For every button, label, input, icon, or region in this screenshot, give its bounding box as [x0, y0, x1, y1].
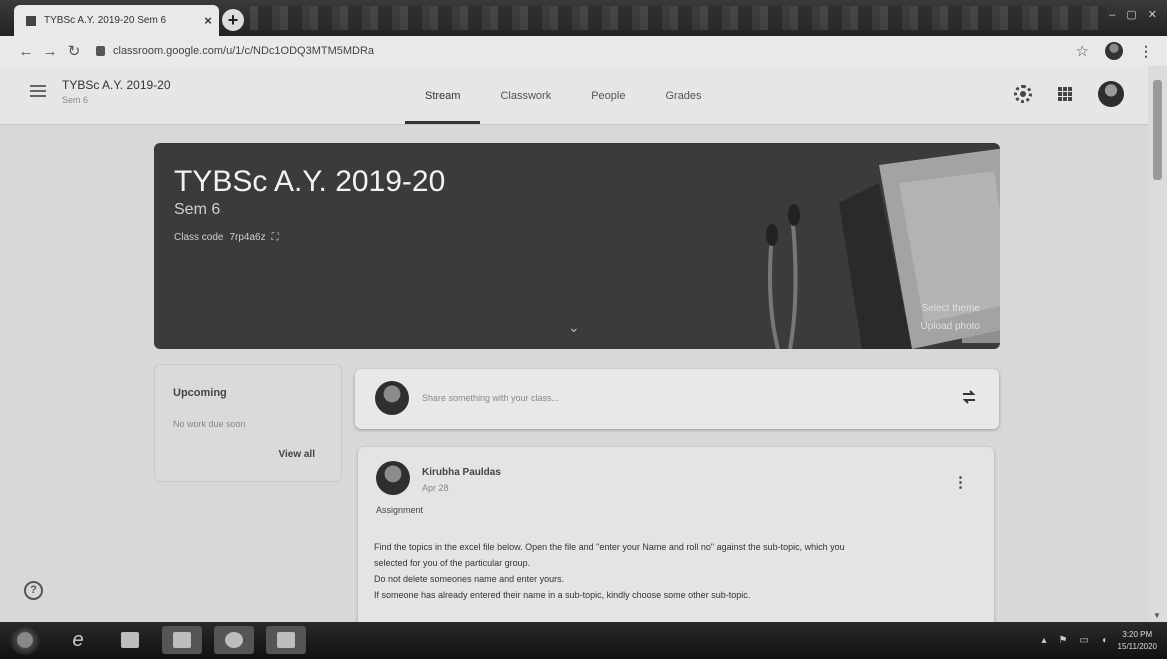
close-tab-icon[interactable]: ×	[197, 13, 219, 28]
fullscreen-code-icon[interactable]: ⛶	[272, 232, 279, 243]
banner-subtitle: Sem 6	[174, 201, 221, 218]
account-avatar[interactable]	[1098, 81, 1124, 107]
clock-date: 15/11/2020	[1117, 642, 1157, 651]
class-banner: TYBSc A.Y. 2019-20 Sem 6 Class code 7rp4a…	[154, 143, 1000, 349]
post-body: Find the topics in the excel file below.…	[374, 539, 974, 603]
class-code: Class code 7rp4a6z ⛶	[174, 232, 279, 243]
internet-explorer-icon[interactable]: e	[58, 626, 98, 654]
class-code-label: Class code	[174, 232, 224, 243]
share-box[interactable]: Share something with your class...	[355, 369, 999, 429]
reuse-post-icon[interactable]	[961, 389, 977, 405]
post-line: Find the topics in the excel file below.…	[374, 542, 845, 552]
reload-icon[interactable]: ↻	[62, 42, 86, 60]
media-player-icon[interactable]	[110, 626, 150, 654]
post-date: Apr 28	[422, 483, 449, 493]
classroom-header: TYBSc A.Y. 2019-20 Sem 6 Stream Classwor…	[0, 66, 1148, 125]
class-title[interactable]: TYBSc A.Y. 2019-20	[62, 78, 171, 92]
scroll-down-icon[interactable]: ▼	[1153, 611, 1161, 620]
browser-tabbar: TYBSc A.Y. 2019-20 Sem 6 × + – ▢ ✕	[0, 0, 1167, 36]
classroom-favicon-icon	[26, 15, 36, 26]
select-theme-link[interactable]: Select theme	[922, 303, 980, 314]
banner-illustration	[766, 148, 1000, 349]
file-explorer-icon[interactable]	[162, 626, 202, 654]
help-icon[interactable]: ?	[24, 581, 43, 600]
main-menu-icon[interactable]	[30, 82, 46, 100]
forward-icon[interactable]: →	[38, 43, 62, 60]
settings-gear-icon[interactable]	[1014, 85, 1032, 103]
window-controls[interactable]: – ▢ ✕	[1109, 8, 1161, 21]
lock-icon	[96, 46, 105, 56]
author-avatar	[376, 461, 410, 495]
more-options-icon[interactable]: ⋮	[953, 473, 968, 491]
start-button[interactable]	[10, 625, 40, 655]
tabbar-background	[250, 6, 1107, 30]
chrome-icon[interactable]	[214, 626, 254, 654]
chevron-down-icon[interactable]: ⌄	[568, 319, 580, 336]
tab-stream[interactable]: Stream	[405, 66, 481, 124]
profile-avatar[interactable]	[1105, 42, 1123, 60]
post-line: selected for you of the particular group…	[374, 558, 531, 568]
browser-menu-icon[interactable]: ⋮	[1139, 43, 1153, 60]
tab-grades[interactable]: Grades	[645, 66, 721, 124]
upcoming-title: Upcoming	[173, 387, 227, 399]
tray-arrow-icon[interactable]: ▴	[1042, 635, 1047, 646]
clock-time: 3:20 PM	[1122, 630, 1153, 639]
upcoming-empty-text: No work due soon	[173, 419, 246, 429]
post-line: Do not delete someones name and enter yo…	[374, 574, 565, 584]
upload-photo-link[interactable]: Upload photo	[921, 321, 981, 332]
class-section: Sem 6	[62, 95, 89, 105]
tab-title: TYBSc A.Y. 2019-20 Sem 6	[44, 15, 167, 26]
volume-icon[interactable]: ◖	[1101, 635, 1107, 646]
scrollbar-thumb[interactable]	[1153, 80, 1162, 180]
tab-people[interactable]: People	[571, 66, 645, 124]
new-tab-button[interactable]: +	[222, 9, 244, 31]
page-scrollbar[interactable]: ▼	[1148, 66, 1167, 622]
tab-classwork[interactable]: Classwork	[480, 66, 571, 124]
document-app-icon[interactable]	[266, 626, 306, 654]
user-avatar	[375, 381, 409, 415]
back-icon[interactable]: ←	[14, 43, 38, 60]
address-bar[interactable]: classroom.google.com/u/1/c/NDc1ODQ3MTM5M…	[113, 45, 1076, 57]
network-icon[interactable]: ▭	[1080, 635, 1089, 646]
upcoming-card: Upcoming No work due soon View all	[154, 364, 342, 482]
flag-icon[interactable]: ⚑	[1059, 635, 1068, 646]
google-apps-icon[interactable]	[1058, 87, 1072, 101]
post-author: Kirubha Pauldas	[422, 467, 501, 478]
class-tabs: Stream Classwork People Grades	[405, 66, 722, 124]
system-clock[interactable]: 3:20 PM 15/11/2020	[1118, 629, 1157, 653]
class-code-value: 7rp4a6z	[229, 232, 266, 243]
post-type: Assignment	[376, 505, 424, 515]
browser-toolbar: ← → ↻ classroom.google.com/u/1/c/NDc1ODQ…	[0, 36, 1167, 66]
os-taskbar: e ▴ ⚑ ▭ ◖ 3:20 PM 15/11/2020	[0, 622, 1167, 659]
browser-tab[interactable]: TYBSc A.Y. 2019-20 Sem 6 ×	[14, 5, 219, 36]
stream-post[interactable]: Kirubha Pauldas Apr 28 ⋮ Assignment Find…	[358, 447, 994, 647]
banner-title: TYBSc A.Y. 2019-20	[174, 165, 446, 198]
system-tray[interactable]: ▴ ⚑ ▭ ◖	[1042, 635, 1108, 646]
bookmark-star-icon[interactable]: ☆	[1076, 42, 1089, 60]
post-line: If someone has already entered their nam…	[374, 590, 751, 600]
share-placeholder[interactable]: Share something with your class...	[422, 393, 559, 403]
view-all-link[interactable]: View all	[278, 449, 315, 460]
